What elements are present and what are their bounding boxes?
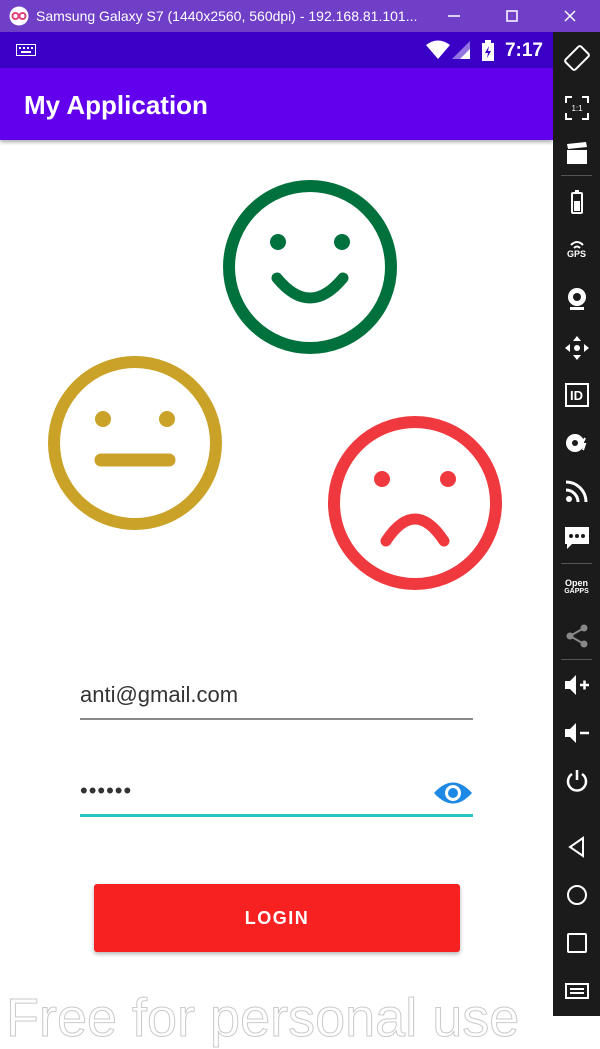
opengapps-label-line2[interactable]: GAPPS xyxy=(553,588,600,595)
home-icon[interactable] xyxy=(564,882,590,908)
email-field[interactable]: anti@gmail.com xyxy=(80,678,473,720)
login-button[interactable]: LOGIN xyxy=(94,884,460,952)
rotate-icon[interactable] xyxy=(564,45,590,71)
signal-icon xyxy=(452,41,470,59)
neutral-face-icon[interactable] xyxy=(46,354,224,532)
device-screen: 7:17 My Application anti@gmail.com •••••… xyxy=(0,32,553,1049)
email-value: anti@gmail.com xyxy=(80,682,239,707)
power-icon[interactable] xyxy=(564,768,590,794)
toolbar-divider xyxy=(561,659,592,660)
close-icon[interactable] xyxy=(560,6,580,26)
genymotion-logo-icon xyxy=(9,6,29,26)
recents-icon[interactable] xyxy=(564,930,590,956)
battery-icon[interactable] xyxy=(564,189,590,215)
eye-icon[interactable] xyxy=(433,778,473,808)
volume-up-icon[interactable] xyxy=(564,672,590,698)
app-bar: My Application xyxy=(0,68,553,140)
maximize-icon[interactable] xyxy=(502,6,522,26)
camera-icon[interactable] xyxy=(564,286,590,312)
sms-icon[interactable] xyxy=(564,525,590,551)
password-value: •••••• xyxy=(80,778,133,803)
status-time: 7:17 xyxy=(504,40,543,61)
clapper-icon[interactable] xyxy=(564,140,590,166)
battery-charging-icon xyxy=(482,40,494,61)
id-label: ID xyxy=(570,388,583,403)
cast-icon[interactable] xyxy=(564,478,590,504)
sad-face-icon[interactable] xyxy=(326,414,504,592)
watermark-text: Free for personal use xyxy=(5,988,520,1049)
password-field[interactable]: •••••• xyxy=(80,778,473,817)
toolbar-divider xyxy=(561,563,592,564)
window-title-bar: Samsung Galaxy S7 (1440x2560, 560dpi) - … xyxy=(0,0,600,32)
window-title: Samsung Galaxy S7 (1440x2560, 560dpi) - … xyxy=(36,8,418,24)
volume-down-icon[interactable] xyxy=(564,720,590,746)
toolbar-divider xyxy=(561,175,592,176)
minimize-icon[interactable] xyxy=(444,6,464,26)
svg-text:1:1: 1:1 xyxy=(571,104,583,113)
fullscreen-icon[interactable]: 1:1 xyxy=(564,95,590,121)
status-bar: 7:17 xyxy=(0,32,553,68)
dpad-icon[interactable] xyxy=(564,335,590,361)
wifi-icon xyxy=(426,40,450,59)
keyboard-icon xyxy=(16,44,36,56)
back-icon[interactable] xyxy=(564,834,590,860)
share-icon[interactable] xyxy=(564,623,590,649)
emulator-toolbar: 1:1 GPS ID Open GAPPS xyxy=(553,32,600,1016)
gps-label: GPS xyxy=(566,249,586,259)
happy-face-icon[interactable] xyxy=(221,178,399,356)
disk-icon[interactable] xyxy=(564,430,590,456)
menu-icon[interactable] xyxy=(564,980,590,1006)
app-title: My Application xyxy=(24,90,208,120)
opengapps-label-line1[interactable]: Open xyxy=(553,578,600,588)
